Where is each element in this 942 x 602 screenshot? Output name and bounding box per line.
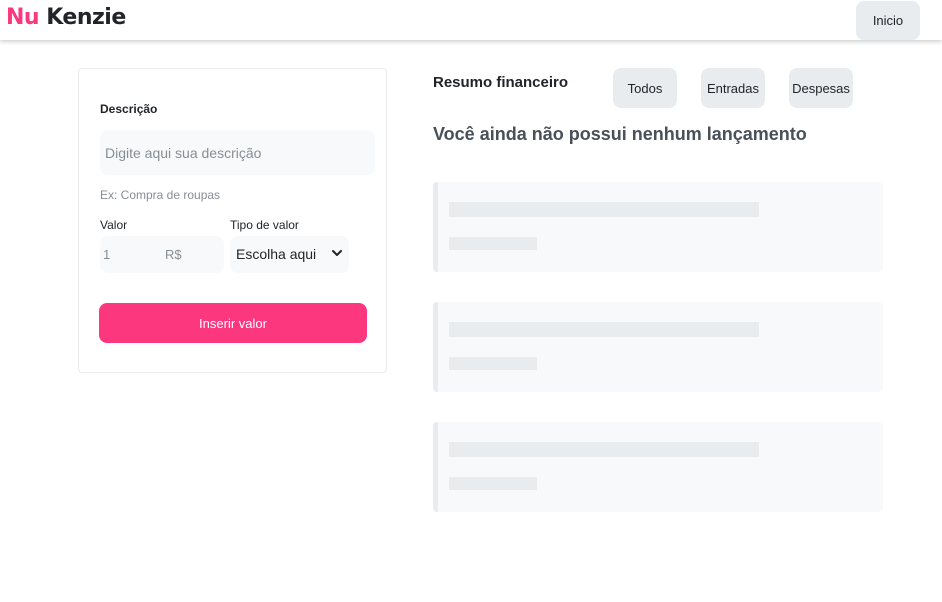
- filter-todos-button[interactable]: Todos: [613, 68, 677, 108]
- description-input[interactable]: [100, 130, 375, 175]
- description-hint: Ex: Compra de roupas: [100, 188, 221, 202]
- summary-title: Resumo financeiro: [433, 74, 569, 91]
- inserir-valor-button[interactable]: Inserir valor: [99, 303, 367, 343]
- valor-input[interactable]: 1 R$: [100, 236, 224, 273]
- placeholder-card: [433, 302, 883, 392]
- chevron-down-icon: [332, 250, 342, 256]
- placeholder-line: [449, 477, 537, 490]
- currency-label: R$: [165, 247, 182, 262]
- empty-state-message: Você ainda não possui nenhum lançamento: [433, 124, 807, 144]
- top-header: Nu Kenzie Inicio: [0, 0, 942, 40]
- placeholder-line: [449, 357, 537, 370]
- placeholder-card: [433, 182, 883, 272]
- inicio-button[interactable]: Inicio: [856, 1, 920, 40]
- logo-nu: Nu: [6, 5, 40, 30]
- tipo-valor-select[interactable]: Escolha aqui: [230, 236, 349, 273]
- placeholder-card: [433, 422, 883, 512]
- filter-despesas-button[interactable]: Despesas: [789, 68, 853, 108]
- valor-value: 1: [103, 247, 111, 262]
- placeholder-line: [449, 322, 759, 337]
- app-logo: Nu Kenzie: [6, 5, 126, 30]
- placeholder-line: [449, 202, 759, 217]
- tipo-valor-selected: Escolha aqui: [236, 246, 317, 262]
- tipo-valor-label: Tipo de valor: [230, 218, 299, 232]
- description-label: Descrição: [100, 102, 158, 116]
- entry-form-card: Descrição Ex: Compra de roupas Valor Tip…: [78, 68, 387, 373]
- valor-label: Valor: [100, 218, 128, 232]
- placeholder-line: [449, 442, 759, 457]
- logo-kenzie: Kenzie: [46, 5, 126, 30]
- placeholder-line: [449, 237, 537, 250]
- filter-entradas-button[interactable]: Entradas: [701, 68, 765, 108]
